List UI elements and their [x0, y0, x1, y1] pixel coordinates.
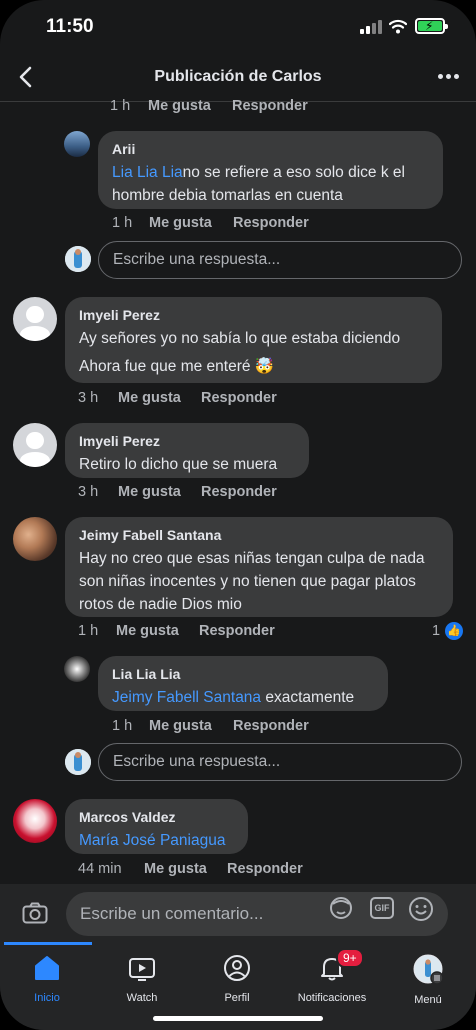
- screen: 11:50 ⚡ Publicación de Carlos 1 h Me gus…: [0, 0, 476, 1030]
- emoji: 🤯: [254, 358, 275, 375]
- tab-notificaciones[interactable]: Notificaciones 9+: [292, 948, 372, 1004]
- comment-text: Lia Lia Liano se refiere a eso solo dice…: [112, 164, 405, 204]
- comment-author[interactable]: Jeimy Fabell Santana: [79, 527, 439, 543]
- comment-time: 1 h: [110, 98, 131, 114]
- comment-bubble: Imyeli Perez Ay señores yo no sabía lo q…: [65, 297, 442, 383]
- comment-bubble: Jeimy Fabell Santana Hay no creo que esa…: [65, 517, 453, 617]
- gif-button[interactable]: GIF: [370, 897, 394, 919]
- tab-label: Menú: [414, 994, 442, 1006]
- comment-time: 44 min: [78, 861, 122, 877]
- reply-button[interactable]: Responder: [233, 215, 309, 231]
- comment-actions: 1 h Me gusta Responder: [112, 215, 412, 233]
- comment-bubble: Marcos Valdez María José Paniagua: [65, 799, 248, 854]
- comment-time: 1 h: [112, 718, 133, 734]
- profile-icon: [224, 955, 250, 981]
- cellular-signal-icon: [360, 20, 382, 34]
- avatar[interactable]: [13, 517, 57, 561]
- like-button[interactable]: Me gusta: [149, 718, 212, 734]
- comment-input-placeholder: Escribe un comentario...: [80, 904, 264, 923]
- comment-text-line: Ay señores yo no sabía lo que estaba dic…: [79, 330, 401, 347]
- comment-actions: 3 h Me gusta Responder: [78, 390, 378, 408]
- mention-link[interactable]: María José Paniagua: [79, 832, 225, 849]
- comment-author[interactable]: Arii: [112, 141, 429, 157]
- tab-perfil[interactable]: Perfil: [197, 954, 277, 1004]
- comment-time: 3 h: [78, 390, 99, 406]
- emoji-icon[interactable]: [408, 896, 434, 922]
- comment-actions: 3 h Me gusta Responder: [78, 484, 378, 502]
- comment-actions: 1 h Me gusta Responder: [112, 718, 412, 736]
- my-avatar: [65, 246, 91, 272]
- battery-icon: ⚡: [415, 18, 448, 34]
- comment-actions: 1 h Me gusta Responder: [110, 98, 410, 116]
- comment-composer: Escribe un comentario... GIF: [0, 884, 476, 942]
- tab-watch[interactable]: Watch: [102, 954, 182, 1004]
- tab-label: Perfil: [224, 992, 250, 1004]
- comment-author[interactable]: Lia Lia Lia: [112, 666, 374, 682]
- like-button[interactable]: Me gusta: [118, 390, 181, 406]
- reply-button[interactable]: Responder: [201, 484, 277, 500]
- reply-button[interactable]: Responder: [227, 861, 303, 877]
- comment-actions: 44 min Me gusta Responder: [78, 861, 378, 879]
- reply-button[interactable]: Responder: [233, 718, 309, 734]
- comment-time: 3 h: [78, 484, 99, 500]
- like-button[interactable]: Me gusta: [118, 484, 181, 500]
- mention-link[interactable]: Jeimy Fabell Santana: [112, 689, 261, 706]
- reply-button[interactable]: Responder: [201, 390, 277, 406]
- post-header: Publicación de Carlos: [0, 56, 476, 102]
- tab-menu[interactable]: Menú: [388, 954, 468, 1006]
- like-button[interactable]: Me gusta: [149, 215, 212, 231]
- comment-author[interactable]: Imyeli Perez: [79, 433, 295, 449]
- like-button[interactable]: Me gusta: [144, 861, 207, 877]
- like-button[interactable]: Me gusta: [148, 98, 211, 114]
- comment-bubble: Imyeli Perez Retiro lo dicho que se muer…: [65, 423, 309, 478]
- comment-time: 1 h: [112, 215, 133, 231]
- mention-link[interactable]: Lia Lia Lia: [112, 164, 183, 181]
- notification-badge: 9+: [336, 948, 364, 968]
- thumbs-up-icon: 👍: [445, 622, 463, 640]
- status-time: 11:50: [46, 16, 94, 37]
- comment-bubble: Arii Lia Lia Liano se refiere a eso solo…: [98, 131, 443, 209]
- more-options-icon[interactable]: [438, 74, 460, 80]
- like-button[interactable]: Me gusta: [116, 623, 179, 639]
- avatar-sticker-icon[interactable]: [328, 896, 354, 922]
- comment-bubble: Lia Lia Lia Jeimy Fabell Santana exactam…: [98, 656, 388, 711]
- tab-label: Notificaciones: [297, 992, 367, 1004]
- comment-time: 1 h: [78, 623, 99, 639]
- avatar[interactable]: [64, 656, 90, 682]
- comment-text: Jeimy Fabell Santana exactamente: [112, 689, 355, 706]
- my-avatar: [65, 749, 91, 775]
- tab-label: Watch: [126, 992, 158, 1004]
- avatar[interactable]: [64, 131, 90, 157]
- home-icon: [35, 956, 59, 980]
- camera-icon[interactable]: [22, 902, 48, 924]
- avatar[interactable]: [13, 799, 57, 843]
- avatar[interactable]: [13, 423, 57, 467]
- watch-icon: [129, 958, 155, 981]
- comment-text: Hay no creo que esas niñas tengan culpa …: [79, 550, 425, 613]
- comment-author[interactable]: Imyeli Perez: [79, 307, 428, 323]
- reply-input[interactable]: Escribe una respuesta...: [98, 241, 462, 279]
- menu-avatar-icon: [413, 954, 444, 985]
- home-indicator: [153, 1016, 323, 1021]
- comment-text: María José Paniagua: [79, 829, 234, 852]
- status-bar: 11:50 ⚡: [0, 0, 476, 56]
- wifi-icon: [389, 19, 407, 34]
- reaction-count[interactable]: 1: [432, 623, 440, 639]
- comment-author[interactable]: Marcos Valdez: [79, 809, 234, 825]
- avatar[interactable]: [13, 297, 57, 341]
- active-tab-indicator: [4, 942, 92, 945]
- reply-button[interactable]: Responder: [199, 623, 275, 639]
- page-title: Publicación de Carlos: [154, 68, 322, 85]
- tab-label: Inicio: [34, 992, 60, 1004]
- comment-text: Retiro lo dicho que se muera: [79, 456, 278, 473]
- reply-button[interactable]: Responder: [232, 98, 308, 114]
- reply-input[interactable]: Escribe una respuesta...: [98, 743, 462, 781]
- comment-text-line: Ahora fue que me enteré 🤯: [79, 358, 275, 375]
- tab-inicio[interactable]: Inicio: [7, 954, 87, 1004]
- comment-actions: 1 h Me gusta Responder: [78, 623, 378, 641]
